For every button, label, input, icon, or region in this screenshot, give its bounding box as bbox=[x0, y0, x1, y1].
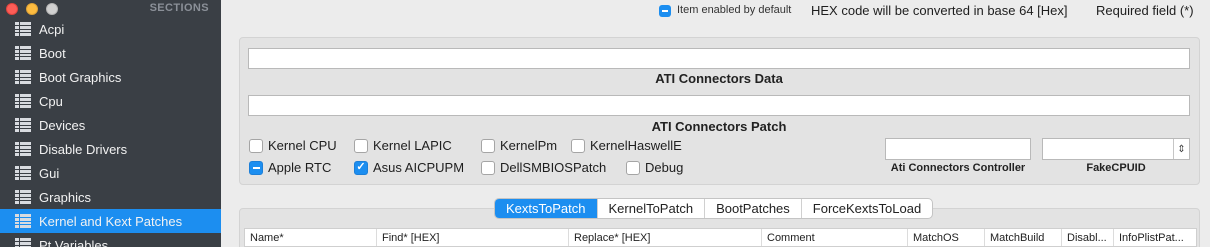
checkbox-label: KernelHaswellE bbox=[590, 138, 682, 153]
sidebar-item-label: Pt Variables bbox=[39, 237, 109, 247]
column-header-comment[interactable]: Comment bbox=[762, 229, 908, 246]
checkbox-label: KernelPm bbox=[500, 138, 558, 153]
sidebar-item-label: Kernel and Kext Patches bbox=[39, 213, 183, 229]
checkmark-icon: ✓ bbox=[354, 160, 368, 175]
list-icon bbox=[15, 118, 31, 132]
sidebar-item-disable-drivers[interactable]: Disable Drivers bbox=[0, 137, 221, 161]
column-header-find[interactable]: Find* [HEX] bbox=[377, 229, 569, 246]
sidebar-item-cpu[interactable]: Cpu bbox=[0, 89, 221, 113]
sidebar-item-gui[interactable]: Gui bbox=[0, 161, 221, 185]
checkbox-box bbox=[626, 160, 640, 175]
stepper-icon[interactable]: ⇕ bbox=[1173, 139, 1189, 159]
fake-cpuid-label: FakeCPUID bbox=[1086, 162, 1146, 174]
kernel-settings-panel: ATI Connectors Data ATI Connectors Patch… bbox=[239, 37, 1200, 185]
window-controls bbox=[6, 3, 58, 15]
legend-item-enabled: Item enabled by default bbox=[677, 4, 792, 16]
column-header-matchbuild[interactable]: MatchBuild bbox=[985, 229, 1062, 246]
list-icon bbox=[15, 70, 31, 84]
debug-checkbox[interactable]: Debug bbox=[626, 160, 683, 175]
checkbox-label: DellSMBIOSPatch bbox=[500, 160, 607, 175]
kernel-pm-checkbox[interactable]: KernelPm bbox=[481, 138, 557, 153]
patches-tab-bar: KextsToPatch KernelToPatch BootPatches F… bbox=[494, 198, 934, 219]
checkbox-box bbox=[481, 160, 495, 175]
sidebar-item-label: Boot bbox=[39, 45, 66, 61]
list-icon bbox=[15, 142, 31, 156]
ati-connectors-patch-label: ATI Connectors Patch bbox=[651, 119, 787, 134]
column-header-replace[interactable]: Replace* [HEX] bbox=[569, 229, 762, 246]
list-icon bbox=[15, 46, 31, 60]
fake-cpuid-input[interactable]: ⇕ bbox=[1042, 138, 1190, 160]
checkbox-label: Kernel CPU bbox=[268, 138, 337, 153]
kernel-lapic-checkbox[interactable]: Kernel LAPIC bbox=[354, 138, 452, 153]
zoom-window-button[interactable] bbox=[46, 3, 58, 15]
sidebar-list: Acpi Boot Boot Graphics Cpu Devices Disa… bbox=[0, 17, 221, 247]
sidebar-item-kernel-and-kext-patches[interactable]: Kernel and Kext Patches bbox=[0, 209, 221, 233]
checkbox-label: Kernel LAPIC bbox=[373, 138, 452, 153]
ati-connectors-controller-label: Ati Connectors Controller bbox=[890, 162, 1026, 174]
sidebar-item-acpi[interactable]: Acpi bbox=[0, 17, 221, 41]
checkbox-label: Apple RTC bbox=[268, 160, 332, 175]
sidebar-item-label: Disable Drivers bbox=[39, 141, 128, 157]
sidebar-item-label: Graphics bbox=[39, 189, 92, 205]
ati-connectors-patch-input[interactable] bbox=[248, 95, 1190, 116]
kernel-cpu-checkbox[interactable]: Kernel CPU bbox=[249, 138, 337, 153]
ati-connectors-controller-input[interactable] bbox=[885, 138, 1031, 160]
asus-aicpupm-checkbox[interactable]: ✓ Asus AICPUPM bbox=[354, 160, 464, 175]
checkbox-box bbox=[249, 160, 263, 175]
sidebar-item-boot[interactable]: Boot bbox=[0, 41, 221, 65]
enabled-legend-icon bbox=[659, 5, 671, 17]
checkbox-box bbox=[571, 138, 585, 153]
tab-boot-patches[interactable]: BootPatches bbox=[704, 199, 801, 218]
sidebar-item-label: Cpu bbox=[39, 93, 63, 109]
tab-kernel-to-patch[interactable]: KernelToPatch bbox=[596, 199, 705, 218]
kernel-haswelle-checkbox[interactable]: KernelHaswellE bbox=[571, 138, 682, 153]
sidebar-item-label: Boot Graphics bbox=[39, 69, 122, 85]
checkbox-box bbox=[481, 138, 495, 153]
list-icon bbox=[15, 166, 31, 180]
patches-table-header: Name* Find* [HEX] Replace* [HEX] Comment… bbox=[244, 228, 1197, 247]
sidebar-item-label: Gui bbox=[39, 165, 60, 181]
column-header-name[interactable]: Name* bbox=[245, 229, 377, 246]
minimize-window-button[interactable] bbox=[26, 3, 38, 15]
sidebar-item-pt-variables[interactable]: Pt Variables bbox=[0, 233, 221, 247]
ati-connectors-data-input[interactable] bbox=[248, 48, 1190, 69]
column-header-infoplistpatch[interactable]: InfoPlistPat... bbox=[1114, 229, 1196, 246]
checkbox-label: Asus AICPUPM bbox=[373, 160, 465, 175]
sidebar-item-devices[interactable]: Devices bbox=[0, 113, 221, 137]
list-icon bbox=[15, 214, 31, 228]
close-window-button[interactable] bbox=[6, 3, 18, 15]
column-header-disabled[interactable]: Disabl... bbox=[1062, 229, 1114, 246]
sidebar-item-boot-graphics[interactable]: Boot Graphics bbox=[0, 65, 221, 89]
legend-hex-note: HEX code will be converted in base 64 [H… bbox=[811, 3, 1068, 18]
checkbox-box bbox=[354, 138, 368, 153]
sidebar-header: SECTIONS bbox=[149, 2, 209, 14]
tab-force-kexts-to-load[interactable]: ForceKextsToLoad bbox=[800, 199, 932, 218]
sidebar-item-label: Devices bbox=[39, 117, 86, 133]
checkbox-label: Debug bbox=[645, 160, 684, 175]
list-icon bbox=[15, 94, 31, 108]
apple-rtc-checkbox[interactable]: Apple RTC bbox=[249, 160, 331, 175]
legend-bar: Item enabled by default HEX code will be… bbox=[221, 0, 1210, 24]
ati-connectors-data-label: ATI Connectors Data bbox=[655, 71, 783, 86]
dell-smbios-patch-checkbox[interactable]: DellSMBIOSPatch bbox=[481, 160, 606, 175]
column-header-matchos[interactable]: MatchOS bbox=[908, 229, 985, 246]
checkbox-box bbox=[249, 138, 263, 153]
sidebar: SECTIONS Acpi Boot Boot Graphics Cpu Dev… bbox=[0, 0, 221, 247]
legend-required: Required field (*) bbox=[1096, 3, 1194, 18]
list-icon bbox=[15, 238, 31, 247]
sidebar-item-graphics[interactable]: Graphics bbox=[0, 185, 221, 209]
tab-kexts-to-patch[interactable]: KextsToPatch bbox=[495, 199, 597, 218]
list-icon bbox=[15, 22, 31, 36]
sidebar-item-label: Acpi bbox=[39, 21, 65, 37]
list-icon bbox=[15, 190, 31, 204]
